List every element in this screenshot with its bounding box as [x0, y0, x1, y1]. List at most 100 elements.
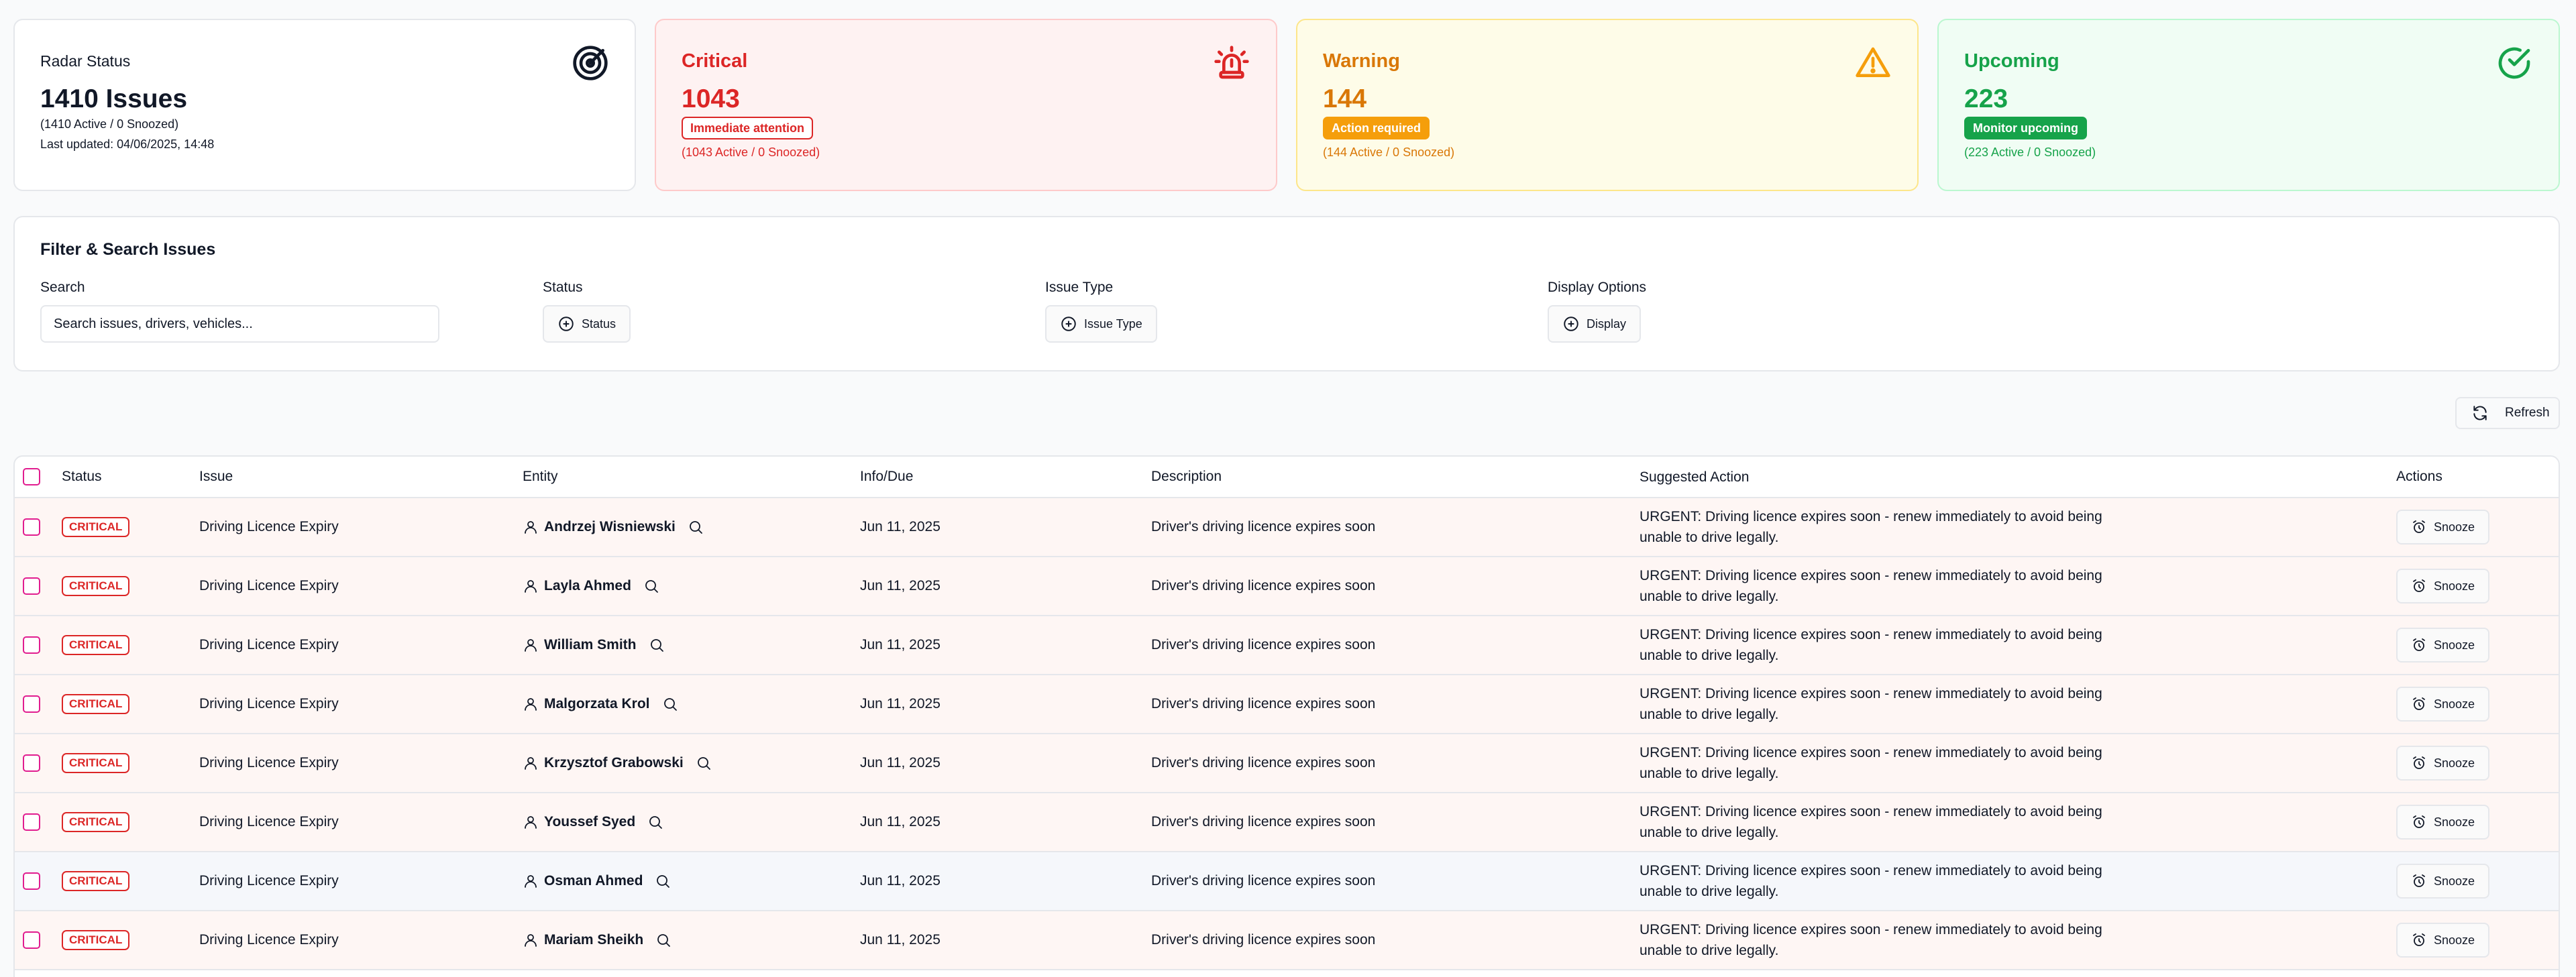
snooze-label: Snooze — [2434, 638, 2475, 652]
search-input[interactable] — [40, 305, 439, 343]
suggested-action-cell: URGENT: Driving licence expires soon - r… — [1640, 745, 2102, 781]
entity-name-link[interactable]: Malgorzata Krol — [544, 696, 650, 712]
snooze-button[interactable]: Snooze — [2396, 628, 2490, 663]
snooze-label: Snooze — [2434, 697, 2475, 711]
table-row[interactable]: CRITICAL Driving Licence Expiry William Sm… — [15, 616, 2559, 675]
plus-circle-icon — [1564, 317, 1578, 331]
filter-title: Filter & Search Issues — [40, 240, 216, 259]
table-row[interactable]: CRITICAL Driving Licence Expiry Andrzej Wi… — [15, 498, 2559, 557]
header-info-due[interactable]: Info/Due — [860, 469, 1151, 485]
row-checkbox[interactable] — [23, 813, 40, 831]
header-suggested-action[interactable]: Suggested Action — [1640, 467, 2396, 487]
user-icon — [525, 698, 537, 711]
warning-card: Warning 144 Action required (144 Active … — [1296, 19, 1919, 191]
table-row[interactable]: CRITICAL Driving Licence Expiry Youssef Sy… — [15, 793, 2559, 852]
row-checkbox[interactable] — [23, 931, 40, 949]
plus-circle-icon — [1061, 317, 1076, 331]
table-row[interactable]: CRITICAL Driving Licence Expiry Malgorzata… — [15, 675, 2559, 734]
suggested-action-cell: URGENT: Driving licence expires soon - r… — [1640, 568, 2102, 604]
entity-name-link[interactable]: William Smith — [544, 637, 637, 653]
entity-name-link[interactable]: Mariam Sheikh — [544, 932, 643, 948]
issue-type-filter-button-label: Issue Type — [1084, 317, 1142, 331]
display-options-button[interactable]: Display — [1548, 305, 1642, 343]
select-all-checkbox[interactable] — [23, 468, 40, 485]
suggested-action-cell: URGENT: Driving licence expires soon - r… — [1640, 922, 2102, 958]
entity-name-link[interactable]: Krzysztof Grabowski — [544, 755, 684, 771]
row-checkbox[interactable] — [23, 636, 40, 654]
issue-cell: Driving Licence Expiry — [199, 519, 339, 534]
refresh-icon — [2473, 406, 2487, 420]
search-icon[interactable] — [647, 814, 663, 830]
radar-total-issues: 1410 Issues — [40, 84, 188, 113]
table-row[interactable]: CRITICAL Driving Licence Expiry Krzysztof … — [15, 734, 2559, 793]
search-icon[interactable] — [655, 932, 672, 948]
status-badge: CRITICAL — [62, 871, 130, 891]
header-status[interactable]: Status — [62, 469, 199, 485]
issue-type-filter-button[interactable]: Issue Type — [1045, 305, 1157, 343]
snooze-button[interactable]: Snooze — [2396, 510, 2490, 544]
row-checkbox[interactable] — [23, 518, 40, 536]
snooze-button[interactable]: Snooze — [2396, 569, 2490, 604]
search-icon[interactable] — [643, 578, 659, 594]
display-options-button-label: Display — [1587, 317, 1627, 331]
header-entity[interactable]: Entity — [523, 469, 860, 485]
issue-cell: Driving Licence Expiry — [199, 637, 339, 652]
status-badge: CRITICAL — [62, 517, 130, 537]
entity-name-link[interactable]: Youssef Syed — [544, 814, 635, 830]
upcoming-badge: Monitor upcoming — [1964, 117, 2087, 139]
entity-name-link[interactable]: Andrzej Wisniewski — [544, 519, 676, 535]
refresh-button[interactable]: Refresh — [2455, 397, 2560, 429]
snooze-button[interactable]: Snooze — [2396, 687, 2490, 722]
user-icon — [525, 875, 537, 888]
search-icon[interactable] — [662, 696, 678, 712]
search-icon[interactable] — [696, 755, 712, 771]
suggested-action-cell: URGENT: Driving licence expires soon - r… — [1640, 509, 2102, 545]
alarm-clock-icon — [2413, 874, 2425, 887]
warning-triangle-icon — [1856, 47, 1890, 77]
status-filter-button[interactable]: Status — [543, 305, 631, 343]
user-icon — [525, 521, 537, 534]
row-checkbox[interactable] — [23, 695, 40, 713]
row-checkbox[interactable] — [23, 872, 40, 890]
table-row[interactable]: CRITICAL Driving Licence Expiry Mariam She… — [15, 911, 2559, 970]
radar-active-snoozed: (1410 Active / 0 Snoozed) — [40, 117, 179, 131]
row-checkbox[interactable] — [23, 754, 40, 772]
critical-title: Critical — [682, 50, 748, 72]
due-date: Jun 11, 2025 — [860, 696, 941, 711]
search-icon[interactable] — [688, 519, 704, 535]
issue-cell: Driving Licence Expiry — [199, 578, 339, 593]
description-cell: Driver's driving licence expires soon — [1151, 814, 1376, 829]
entity-name-link[interactable]: Layla Ahmed — [544, 578, 631, 594]
snooze-label: Snooze — [2434, 815, 2475, 829]
entity-cell: William Smith — [523, 637, 860, 653]
snooze-button[interactable]: Snooze — [2396, 805, 2490, 840]
snooze-button[interactable]: Snooze — [2396, 923, 2490, 958]
critical-card: Critical 1043 Immediate attention (1043 … — [655, 19, 1277, 191]
snooze-button[interactable]: Snooze — [2396, 864, 2490, 899]
table-header: Status Issue Entity Info/Due Description… — [15, 457, 2559, 498]
header-issue[interactable]: Issue — [199, 469, 523, 485]
entity-name-link[interactable]: Osman Ahmed — [544, 873, 643, 889]
entity-cell: Krzysztof Grabowski — [523, 755, 860, 771]
table-row[interactable]: CRITICAL Driving Licence Expiry Osman Ahme… — [15, 852, 2559, 911]
table-row[interactable]: CRITICAL Driving Licence Expiry Layla Ahme… — [15, 557, 2559, 616]
description-cell: Driver's driving licence expires soon — [1151, 637, 1376, 652]
upcoming-count: 223 — [1964, 84, 2008, 113]
search-icon[interactable] — [655, 873, 671, 889]
issue-cell: Driving Licence Expiry — [199, 696, 339, 711]
entity-cell: Osman Ahmed — [523, 873, 860, 889]
issue-cell: Driving Licence Expiry — [199, 873, 339, 888]
snooze-button[interactable]: Snooze — [2396, 746, 2490, 781]
status-badge: CRITICAL — [62, 635, 130, 655]
header-description[interactable]: Description — [1151, 469, 1640, 485]
suggested-action-cell: URGENT: Driving licence expires soon - r… — [1640, 627, 2102, 663]
warning-badge: Action required — [1323, 117, 1430, 139]
search-icon[interactable] — [649, 637, 665, 653]
alarm-clock-icon — [2413, 520, 2425, 533]
description-cell: Driver's driving licence expires soon — [1151, 873, 1376, 888]
check-circle-icon — [2498, 47, 2530, 79]
snooze-label: Snooze — [2434, 579, 2475, 593]
status-badge: CRITICAL — [62, 753, 130, 773]
row-checkbox[interactable] — [23, 577, 40, 595]
alarm-clock-icon — [2413, 756, 2425, 769]
